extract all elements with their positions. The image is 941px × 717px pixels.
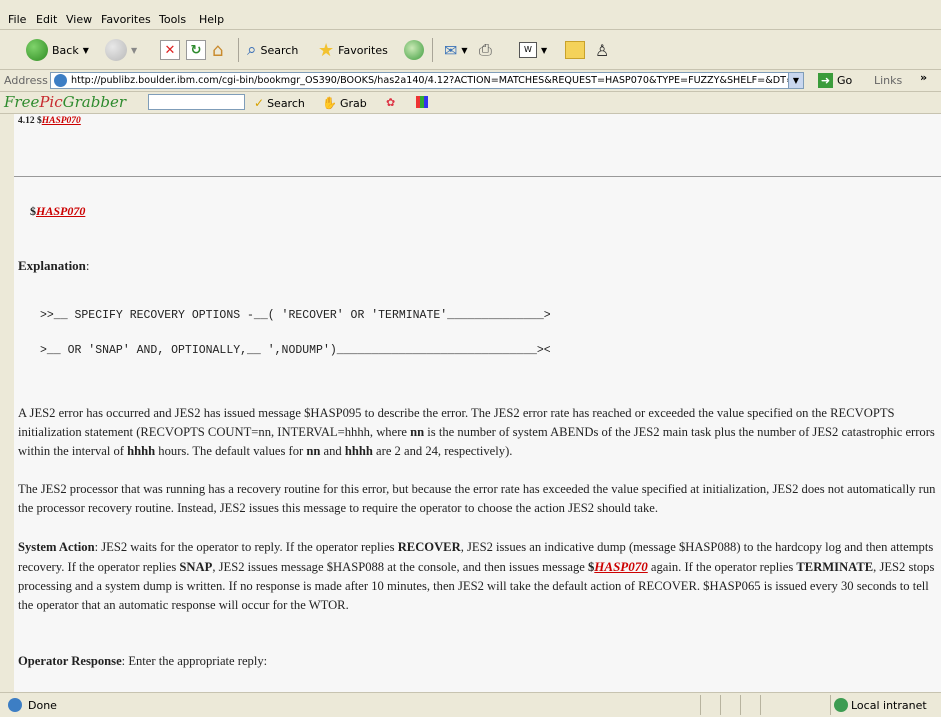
- status-divider: [720, 695, 721, 715]
- address-dropdown-icon[interactable]: ▼: [788, 73, 803, 88]
- chevron-down-icon: ▼: [461, 45, 468, 55]
- chevron-down-icon: ▼: [82, 45, 89, 55]
- address-input[interactable]: http://publibz.boulder.ibm.com/cgi-bin/b…: [50, 72, 804, 89]
- address-label: Address: [4, 74, 48, 87]
- forward-arrow-icon: [105, 39, 127, 61]
- status-text: Done: [28, 699, 57, 712]
- back-arrow-icon: [26, 39, 48, 61]
- go-arrow-icon: ➜: [818, 73, 833, 88]
- menu-bar: File Edit View Favorites Tools Help: [0, 0, 941, 30]
- toolbar-separator: [432, 38, 433, 62]
- freepicgrabber-logo: FreePicGrabber: [4, 93, 126, 111]
- toolbar-separator: [238, 38, 239, 62]
- system-action-hasp-link[interactable]: HASP070: [594, 559, 647, 574]
- menu-help[interactable]: Help: [199, 13, 224, 26]
- grid-icon[interactable]: [416, 96, 428, 108]
- edit-page-icon: W: [519, 42, 537, 58]
- status-bar: Done Local intranet: [0, 692, 941, 717]
- zone-label: Local intranet: [851, 699, 927, 712]
- paragraph-recovery-routine: The JES2 processor that was running has …: [18, 482, 936, 515]
- section-number: 4.12 $HASP070: [18, 116, 81, 126]
- stop-icon: ✕: [160, 40, 180, 60]
- freepicgrabber-search-input[interactable]: [148, 94, 245, 110]
- freepicgrabber-search-label: Search: [267, 96, 305, 110]
- home-button[interactable]: ⌂: [212, 38, 223, 62]
- search-icon: ✓: [254, 96, 265, 110]
- go-button[interactable]: ➜ Go: [818, 73, 852, 88]
- refresh-button[interactable]: ↻: [186, 38, 206, 62]
- back-button[interactable]: Back ▼: [26, 38, 89, 62]
- section-prefix: 4.12 $: [18, 116, 42, 126]
- search-label: Search: [260, 43, 299, 57]
- address-bar: Address http://publibz.boulder.ibm.com/c…: [0, 70, 941, 92]
- explanation-heading: Explanation:: [18, 258, 90, 273]
- page-title: $HASP070: [30, 204, 86, 218]
- menu-tools[interactable]: Tools: [159, 13, 186, 26]
- left-margin: [0, 114, 14, 692]
- history-button[interactable]: [404, 38, 424, 62]
- notes-button[interactable]: [565, 38, 585, 62]
- chevron-down-icon: ▼: [541, 45, 548, 55]
- title-hasp-link[interactable]: HASP070: [36, 204, 85, 218]
- freepicgrabber-toolbar: FreePicGrabber ✓ Search ✋ Grab ✿: [0, 92, 941, 114]
- note-icon: [565, 41, 585, 59]
- paragraph-operator-response: Operator Response: Enter the appropriate…: [18, 654, 268, 668]
- mail-button[interactable]: ✉ ▼: [444, 38, 468, 62]
- favorites-label: Favorites: [338, 43, 388, 57]
- operator-response-heading: Operator Response: [18, 654, 122, 668]
- status-divider: [760, 695, 761, 715]
- menu-edit[interactable]: Edit: [36, 13, 57, 26]
- grab-label: Grab: [339, 96, 367, 110]
- go-label: Go: [837, 74, 853, 87]
- standard-toolbar: Back ▼ ▼ ✕ ↻ ⌂ ⌕ Search ★ Favorites ✉ ▼ …: [0, 30, 941, 70]
- grabber-extra-icon[interactable]: ✿: [386, 96, 395, 109]
- print-icon: ⎙: [479, 40, 492, 59]
- address-url: http://publibz.boulder.ibm.com/cgi-bin/b…: [71, 75, 794, 86]
- favorites-button[interactable]: ★ Favorites: [318, 38, 388, 62]
- edit-button[interactable]: W ▼: [519, 38, 547, 62]
- menu-favorites[interactable]: Favorites: [101, 13, 151, 26]
- chevron-down-icon: ▼: [131, 45, 138, 55]
- star-icon: ★: [318, 39, 335, 61]
- section-hasp-link[interactable]: HASP070: [42, 116, 81, 126]
- search-button[interactable]: ⌕ Search: [247, 38, 298, 62]
- hand-icon: ✋: [322, 96, 337, 110]
- paragraph-error-rate: A JES2 error has occurred and JES2 has i…: [18, 406, 935, 458]
- home-icon: ⌂: [212, 39, 224, 61]
- freepicgrabber-search-button[interactable]: ✓ Search: [254, 96, 305, 110]
- local-intranet-icon: [834, 698, 848, 712]
- refresh-icon: ↻: [186, 40, 206, 60]
- page-icon: [54, 74, 67, 87]
- page-done-icon: [8, 698, 22, 712]
- print-button[interactable]: ⎙: [479, 38, 492, 62]
- horizontal-rule: [14, 176, 941, 177]
- back-label: Back: [52, 43, 79, 57]
- syntax-line-2: >__ OR 'SNAP' AND, OPTIONALLY,__ ',NODUM…: [40, 344, 551, 357]
- stop-button[interactable]: ✕: [160, 38, 180, 62]
- paragraph-system-action: System Action: JES2 waits for the operat…: [18, 540, 935, 612]
- status-divider: [700, 695, 701, 715]
- links-button[interactable]: Links: [874, 74, 902, 87]
- history-icon: [404, 40, 424, 60]
- forward-button[interactable]: ▼: [105, 38, 137, 62]
- menu-file[interactable]: File: [8, 13, 26, 26]
- chevron-right-icon[interactable]: »: [920, 71, 927, 84]
- messenger-button[interactable]: ♙: [595, 38, 609, 62]
- messenger-icon: ♙: [595, 40, 610, 60]
- system-action-heading: System Action: [18, 540, 95, 554]
- grab-button[interactable]: ✋ Grab: [322, 96, 367, 110]
- menu-view[interactable]: View: [66, 13, 92, 26]
- syntax-line-1: >>__ SPECIFY RECOVERY OPTIONS -__( 'RECO…: [40, 309, 551, 322]
- status-divider: [830, 695, 831, 715]
- browser-window: File Edit View Favorites Tools Help Back…: [0, 0, 941, 717]
- mail-icon: ✉: [444, 40, 458, 60]
- page-content: 4.12 $HASP070 $HASP070 Explanation: >>__…: [14, 114, 941, 692]
- status-divider: [740, 695, 741, 715]
- search-icon: ⌕: [247, 40, 257, 60]
